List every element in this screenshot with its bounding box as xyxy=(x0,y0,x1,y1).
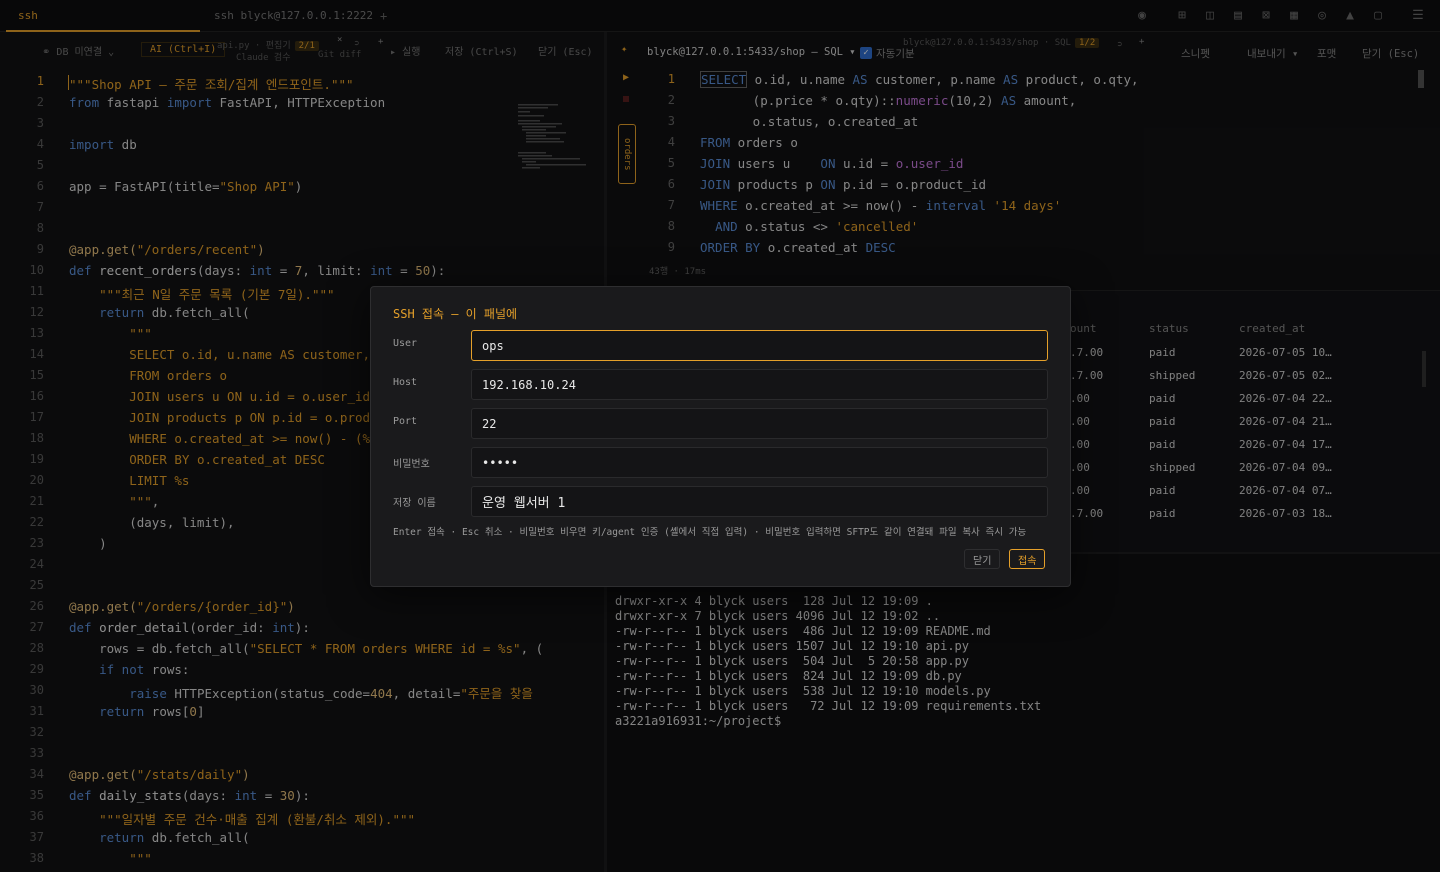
ssh-connect-dialog: SSH 접속 — 이 패널에 User Host Port 비밀번호 저장 이름… xyxy=(370,286,1071,587)
port-label: Port xyxy=(393,416,418,427)
dialog-title: SSH 접속 — 이 패널에 xyxy=(393,307,518,321)
host-label: Host xyxy=(393,377,418,388)
password-label: 비밀번호 xyxy=(393,459,430,470)
dialog-hint: Enter 접속 · Esc 취소 · 비밀번호 비우면 키/agent 인증 … xyxy=(393,527,1027,538)
save-name-label: 저장 이름 xyxy=(393,498,436,509)
password-input[interactable] xyxy=(471,447,1048,478)
user-input[interactable] xyxy=(471,330,1048,361)
user-label: User xyxy=(393,338,418,349)
dialog-connect-button[interactable]: 접속 xyxy=(1009,549,1046,569)
port-input[interactable] xyxy=(471,408,1048,439)
save-name-input[interactable] xyxy=(471,486,1048,517)
dialog-close-button[interactable]: 닫기 xyxy=(964,549,1001,569)
host-input[interactable] xyxy=(471,369,1048,400)
